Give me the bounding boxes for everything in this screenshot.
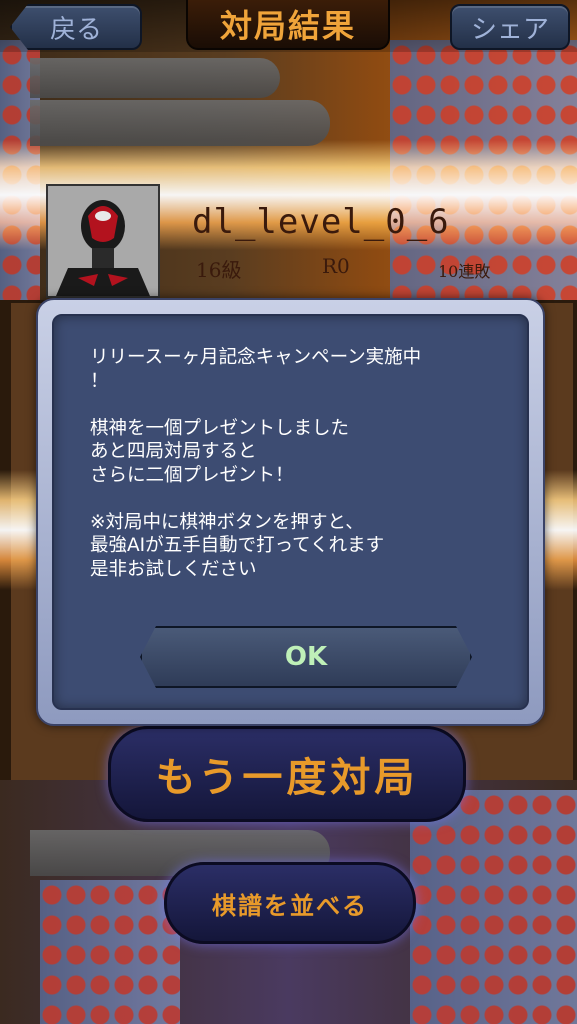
result-bar	[30, 58, 280, 98]
share-button[interactable]: シェア	[450, 4, 570, 50]
back-button[interactable]: 戻る	[10, 4, 142, 50]
result-bar	[30, 100, 330, 146]
show-kifu-button[interactable]: 棋譜を並べる	[164, 862, 416, 944]
background-pattern-bottom-right	[410, 790, 577, 1024]
campaign-dialog: リリースーヶ月記念キャンペーン実施中 ！ 棋神を一個プレゼントしました あと四局…	[36, 298, 545, 726]
player-streak: 10連敗	[438, 262, 491, 281]
robot-icon	[48, 186, 158, 296]
player-name: dl_level_0_6	[192, 202, 450, 242]
player-rank: 16級	[196, 258, 242, 282]
page-title: 対局結果	[186, 0, 390, 50]
dialog-message: リリースーヶ月記念キャンペーン実施中 ！ 棋神を一個プレゼントしました あと四局…	[90, 347, 422, 580]
player-rating: R0	[322, 254, 350, 278]
dialog-panel: リリースーヶ月記念キャンペーン実施中 ！ 棋神を一個プレゼントしました あと四局…	[52, 314, 529, 710]
play-again-button[interactable]: もう一度対局	[108, 726, 466, 822]
background-pattern-bottom-left	[40, 880, 180, 1024]
ok-button[interactable]: OK	[140, 626, 472, 688]
player-avatar	[46, 184, 160, 298]
